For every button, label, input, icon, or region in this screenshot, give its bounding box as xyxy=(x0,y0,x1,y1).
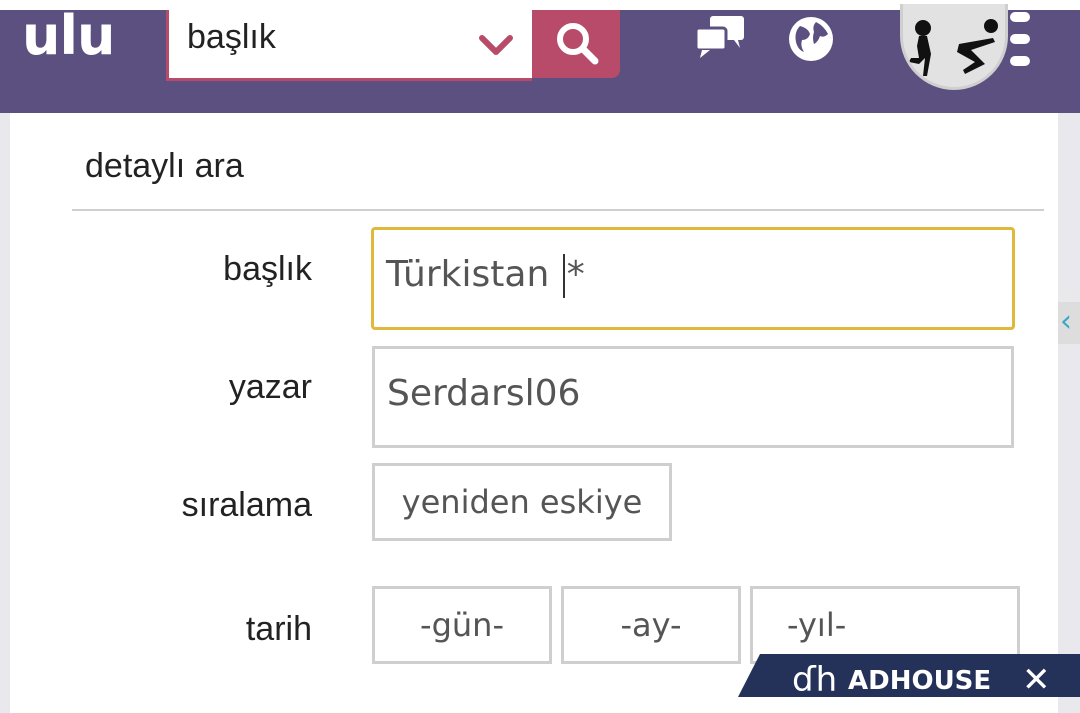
ad-banner[interactable]: ɗh ADHOUSE ✕ xyxy=(738,654,1080,697)
messages-icon[interactable] xyxy=(694,14,746,58)
close-icon[interactable]: ✕ xyxy=(1022,662,1051,697)
search-button[interactable] xyxy=(532,10,620,78)
day-select[interactable]: -gün- xyxy=(372,586,552,664)
globe-icon[interactable] xyxy=(786,14,836,64)
side-panel-toggle[interactable]: ‹ xyxy=(1058,302,1080,344)
sort-label: sıralama xyxy=(181,486,312,524)
top-navigation-bar: ulu başlık xyxy=(0,0,1080,113)
ad-logo: ɗh xyxy=(792,660,838,700)
year-select[interactable]: -yıl- xyxy=(750,586,1020,664)
sort-select[interactable]: yeniden eskiye xyxy=(372,463,672,541)
search-field[interactable]: başlık xyxy=(166,10,532,81)
site-logo[interactable]: ulu xyxy=(22,6,115,66)
text-cursor xyxy=(562,254,565,298)
author-input[interactable]: Serdarsl06 xyxy=(372,346,1014,448)
avatar[interactable] xyxy=(900,4,1008,90)
title-input[interactable]: Türkistan * xyxy=(371,227,1015,330)
title-label: başlık xyxy=(223,250,312,288)
divider xyxy=(72,209,1044,211)
title-input-value[interactable]: Türkistan * xyxy=(386,254,585,298)
author-label: yazar xyxy=(228,368,312,406)
menu-icon[interactable] xyxy=(1010,12,1032,72)
month-select[interactable]: -ay- xyxy=(561,586,741,664)
date-label: tarih xyxy=(245,610,312,648)
panel-title: detaylı ara xyxy=(85,147,244,185)
chevron-down-icon[interactable] xyxy=(478,30,514,60)
search-icon xyxy=(557,23,599,65)
chevron-left-icon: ‹ xyxy=(1060,304,1072,339)
author-input-value[interactable]: Serdarsl06 xyxy=(387,373,580,414)
avatar-figures-icon xyxy=(909,19,998,76)
ad-brand: ADHOUSE xyxy=(848,666,992,696)
search-input-value[interactable]: başlık xyxy=(187,18,276,57)
